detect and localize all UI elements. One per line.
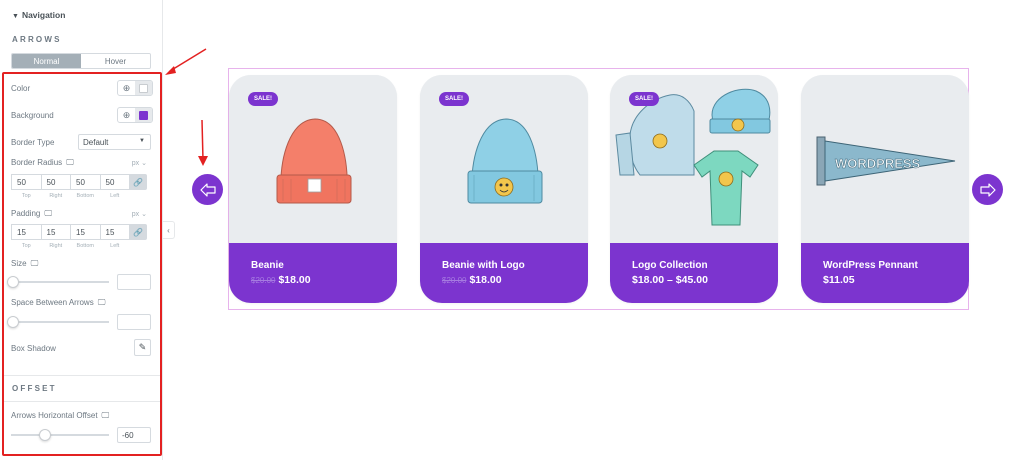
product-price: $11.05 [823,274,969,286]
current-price: $11.05 [823,274,855,286]
svg-text:WORDPRESS: WORDPRESS [835,156,921,171]
style-panel: ▼ Navigation ARROWS Normal Hover Color ⊕ … [0,0,163,460]
product-info: Beanie $20.00 $18.00 [229,243,397,303]
product-title[interactable]: Beanie with Logo [442,260,588,271]
arrow-left-icon [199,182,216,197]
arrow-right-icon [979,182,996,197]
old-price: $20.00 [251,276,276,285]
product-card[interactable]: WORDPRESS WordPress Pennant $11.05 [801,75,969,303]
sale-badge: SALE! [248,92,278,106]
carousel-prev-button[interactable] [192,174,223,205]
navigation-section-toggle[interactable]: ▼ Navigation [12,10,65,20]
current-price: $18.00 [278,274,311,286]
old-price: $20.00 [442,276,467,285]
product-title[interactable]: Logo Collection [632,260,778,271]
annotation-arrow [198,119,208,166]
product-info: Beanie with Logo $20.00 $18.00 [420,243,588,303]
product-card[interactable]: SALE! Beanie $20.00 $18.00 [229,75,397,303]
state-tabs: Normal Hover [11,53,151,69]
product-title[interactable]: WordPress Pennant [823,260,969,271]
product-info: WordPress Pennant $11.05 [801,243,969,303]
carousel-next-button[interactable] [972,174,1003,205]
tab-normal[interactable]: Normal [12,54,81,68]
sale-badge: SALE! [629,92,659,106]
product-price: $20.00 $18.00 [251,274,397,286]
current-price: $18.00 – $45.00 [632,274,708,286]
product-card[interactable]: SALE! Logo Collection $18.00 – $45.00 [610,75,778,303]
product-image[interactable]: SALE! [420,75,588,243]
sale-badge: SALE! [439,92,469,106]
arrows-section-title: ARROWS [12,35,62,44]
product-image[interactable]: WORDPRESS [801,75,969,243]
tab-hover[interactable]: Hover [81,54,150,68]
product-info: Logo Collection $18.00 – $45.00 [610,243,778,303]
highlight-box [2,72,162,456]
product-image[interactable]: SALE! [610,75,778,243]
caret-down-icon: ▼ [12,13,19,20]
product-price: $20.00 $18.00 [442,274,588,286]
product-price: $18.00 – $45.00 [632,274,778,286]
product-image[interactable]: SALE! [229,75,397,243]
product-title[interactable]: Beanie [251,260,397,271]
current-price: $18.00 [469,274,502,286]
chevron-left-icon[interactable]: ‹ [163,221,175,239]
wordpress-pennant-image: WORDPRESS [816,136,956,186]
annotation-arrow [165,48,207,75]
product-card[interactable]: SALE! Beanie with Logo $20.00 $18.00 [420,75,588,303]
